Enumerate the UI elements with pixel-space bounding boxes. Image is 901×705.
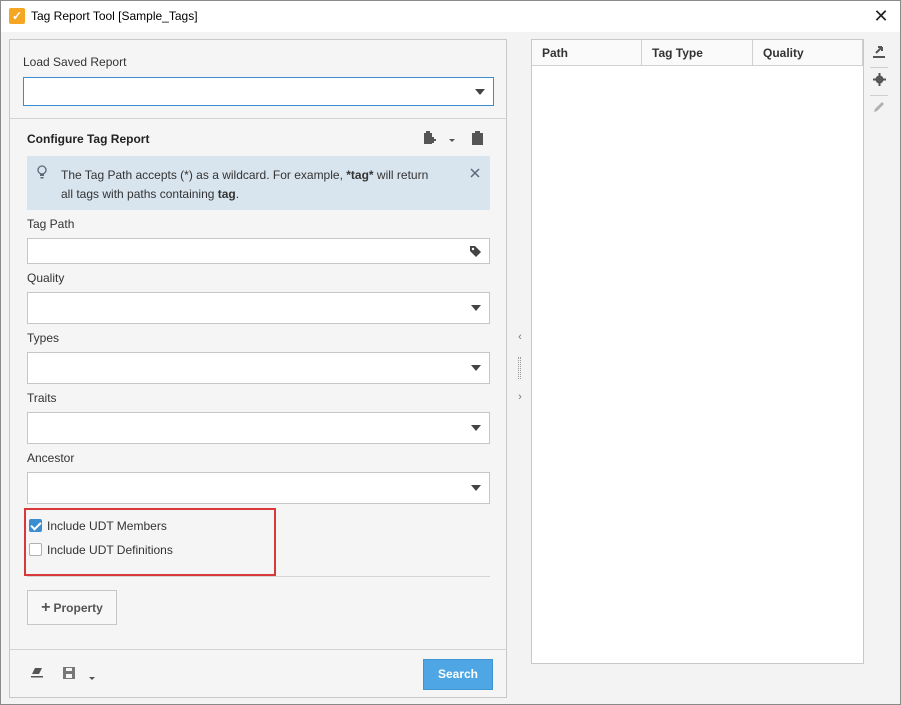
plus-icon: + (41, 599, 51, 616)
paste-icon[interactable] (423, 131, 436, 148)
panel-splitter[interactable]: ‹ › (513, 39, 525, 698)
quality-dropdown[interactable] (27, 292, 490, 324)
lightbulb-icon (37, 165, 47, 182)
chevron-right-icon[interactable]: › (515, 391, 525, 403)
load-saved-report-dropdown[interactable] (23, 77, 494, 106)
chevron-down-icon (475, 88, 485, 95)
splitter-grip[interactable] (518, 357, 521, 379)
traits-label: Traits (27, 391, 57, 405)
chevron-down-icon (471, 305, 481, 311)
close-icon[interactable] (470, 162, 480, 183)
types-dropdown[interactable] (27, 352, 490, 384)
clipboard-icon[interactable] (472, 131, 483, 148)
info-bold-tag-wildcard: *tag* (346, 168, 374, 182)
include-udt-definitions-checkbox[interactable] (29, 543, 42, 556)
types-label: Types (27, 331, 60, 345)
include-udt-members-checkbox[interactable] (29, 519, 42, 532)
info-text-part: . (235, 187, 240, 201)
divider (870, 67, 888, 68)
results-table: Path Tag Type Quality (531, 39, 864, 664)
side-toolbar (867, 41, 891, 121)
divider (27, 576, 490, 577)
chevron-down-icon (471, 485, 481, 491)
column-header-path[interactable]: Path (532, 40, 642, 66)
ancestor-dropdown[interactable] (27, 472, 490, 504)
ancestor-label: Ancestor (27, 451, 75, 465)
tag-icon[interactable] (469, 245, 481, 257)
close-icon[interactable]: ✕ (870, 5, 892, 27)
tag-path-label: Tag Path (27, 217, 75, 231)
include-udt-members-label[interactable]: Include UDT Members (47, 519, 167, 533)
column-header-quality[interactable]: Quality (753, 40, 863, 66)
tag-report-app-icon: ✓ (9, 8, 25, 24)
wildcard-info-text: The Tag Path accepts (*) as a wildcard. … (61, 166, 441, 204)
divider (870, 95, 888, 96)
eraser-icon[interactable] (30, 667, 44, 682)
tag-path-input[interactable] (27, 238, 490, 264)
info-bold-tag: tag (217, 187, 236, 201)
divider (10, 649, 506, 650)
paste-dropdown-chevron-icon[interactable] (448, 133, 456, 147)
window-title: Tag Report Tool [Sample_Tags] (31, 9, 198, 23)
traits-dropdown[interactable] (27, 412, 490, 444)
pencil-icon[interactable] (871, 101, 887, 117)
quality-label: Quality (27, 271, 65, 285)
save-icon[interactable] (63, 667, 75, 682)
chevron-down-icon (471, 365, 481, 371)
tag-report-window: ✓ Tag Report Tool [Sample_Tags] ✕ Load S… (0, 0, 901, 705)
include-udt-definitions-label[interactable]: Include UDT Definitions (47, 543, 173, 557)
chevron-left-icon[interactable]: ‹ (515, 331, 525, 343)
add-property-button[interactable]: + Property (27, 590, 117, 625)
save-dropdown-chevron-icon[interactable] (88, 671, 96, 685)
search-button[interactable]: Search (423, 659, 493, 690)
info-text-part: The Tag Path accepts (*) as a wildcard. … (61, 168, 347, 182)
divider (10, 118, 506, 119)
configure-panel: Load Saved Report Configure Tag Report T… (9, 39, 507, 698)
column-header-tag-type[interactable]: Tag Type (642, 40, 753, 66)
title-bar: ✓ Tag Report Tool [Sample_Tags] ✕ (1, 1, 900, 32)
export-icon[interactable] (871, 45, 887, 61)
table-header: Path Tag Type Quality (532, 40, 863, 66)
add-property-label: Property (53, 601, 103, 615)
load-saved-report-label: Load Saved Report (23, 55, 127, 69)
wildcard-info-box: The Tag Path accepts (*) as a wildcard. … (27, 156, 490, 210)
configure-tag-report-title: Configure Tag Report (27, 132, 150, 146)
chevron-down-icon (471, 425, 481, 431)
gear-icon[interactable] (871, 73, 887, 89)
